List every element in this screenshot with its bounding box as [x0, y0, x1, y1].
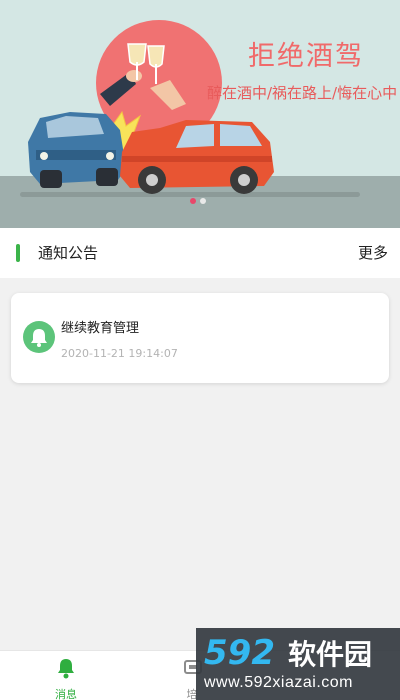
second-glass-icon [147, 45, 186, 110]
blue-car-icon [28, 112, 126, 188]
bell-icon [58, 659, 74, 679]
watermark-logo: 592 软件园 [204, 633, 372, 672]
notice-item-title: 继续教育管理 [61, 321, 140, 336]
banner-slogan: 醉在酒中/祸在路上/悔在心中 [207, 84, 398, 102]
carousel-dot-active[interactable] [190, 198, 196, 204]
notice-item-time: 2020-11-21 19:14:07 [61, 347, 178, 360]
notice-card[interactable]: 继续教育管理 2020-11-21 19:14:07 [11, 293, 389, 383]
red-car-icon [120, 120, 274, 194]
banner-headline: 拒绝酒驾 [248, 41, 364, 72]
tab-label: 消息 [55, 688, 77, 700]
tab-messages[interactable]: 消息 [26, 651, 106, 700]
notice-section-header: 通知公告 更多 [0, 228, 400, 278]
hand-with-glass-icon [100, 43, 147, 106]
notice-section-title: 通知公告 [38, 244, 99, 262]
svg-text:592: 592 [204, 633, 275, 672]
bell-icon [23, 321, 55, 353]
banner-carousel[interactable]: 拒绝酒驾 醉在酒中/祸在路上/悔在心中 [0, 0, 400, 228]
more-link[interactable]: 更多 [358, 242, 388, 263]
svg-text:软件园: 软件园 [288, 638, 372, 671]
carousel-dot[interactable] [200, 198, 206, 204]
watermark-overlay: 592 软件园 www.592xiazai.com [196, 628, 400, 700]
watermark-url: www.592xiazai.com [204, 674, 353, 691]
section-accent-bar [16, 244, 20, 262]
carousel-indicator [190, 198, 206, 204]
